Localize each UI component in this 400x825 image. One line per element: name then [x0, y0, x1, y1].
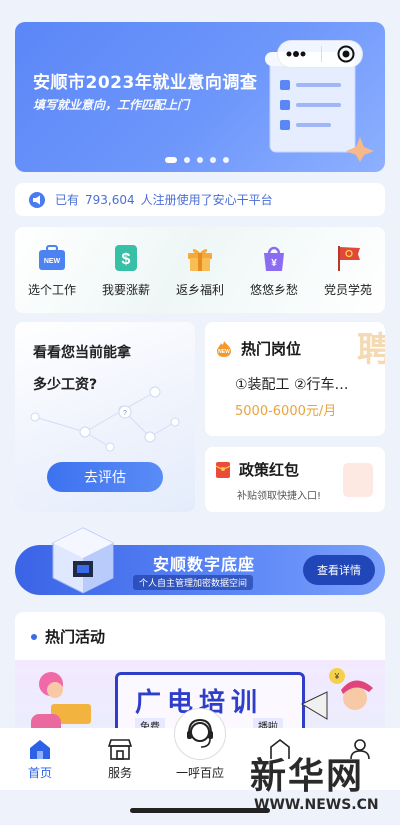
- salary-prompt-line1: 看看您当前能拿: [33, 345, 131, 361]
- hot-jobs-pay: 5000-6000元/月: [235, 404, 337, 419]
- carousel-dot[interactable]: [197, 157, 203, 163]
- assess-button[interactable]: 去评估: [47, 462, 163, 492]
- digital-foundation-banner[interactable]: 安顺数字底座 个人自主管理加密数据空间 查看详情: [15, 527, 385, 595]
- quick-item-label: 我要涨薪: [101, 282, 150, 297]
- shopping-bag-icon: ¥: [259, 243, 289, 273]
- carousel-dot[interactable]: [210, 157, 216, 163]
- more-icon[interactable]: [285, 50, 307, 58]
- view-details-button[interactable]: 查看详情: [303, 555, 375, 585]
- policy-title: 政策红包: [239, 461, 300, 479]
- quick-item-hometown-benefits[interactable]: 返乡福利: [165, 243, 235, 298]
- policy-subsidy-card[interactable]: 政策红包 补贴领取快捷入口!: [205, 447, 385, 512]
- hot-events-header: 热门活动: [31, 626, 105, 647]
- quick-entry-grid: NEW 选个工作 $ 我要涨薪 返乡福利 ¥ 悠悠乡愁 党员学苑: [15, 227, 385, 313]
- hot-jobs-header: NEW 热门岗位: [215, 338, 301, 359]
- quick-item-label: 返乡福利: [175, 282, 224, 297]
- salary-prompt-line2: 多少工资?: [33, 377, 98, 393]
- quick-item-nostalgia[interactable]: ¥ 悠悠乡愁: [239, 243, 309, 298]
- carousel-dots[interactable]: [165, 157, 229, 163]
- fire-new-icon: NEW: [217, 340, 231, 357]
- xinhua-watermark-url: WWW.NEWS.CN: [254, 797, 379, 813]
- home-indicator: [130, 808, 270, 813]
- tab-services[interactable]: 服务: [85, 738, 155, 781]
- tab-call-center[interactable]: 一呼百应: [165, 708, 235, 781]
- tab-label: 一呼百应: [175, 766, 224, 780]
- quick-item-party-academy[interactable]: 党员学苑: [313, 243, 383, 298]
- survey-banner[interactable]: 安顺市2023年就业意向调查 填写就业意向，工作匹配上门: [15, 22, 385, 172]
- quick-item-find-job[interactable]: NEW 选个工作: [17, 243, 87, 298]
- carousel-dot[interactable]: [165, 157, 177, 163]
- banner-title: 安顺市2023年就业意向调查: [33, 73, 258, 93]
- hot-events-title: 热门活动: [45, 628, 106, 646]
- svg-text:¥: ¥: [271, 258, 277, 269]
- carousel-dot[interactable]: [184, 157, 190, 163]
- svg-text:¥: ¥: [334, 672, 340, 681]
- party-flag-icon: [333, 243, 363, 273]
- gift-icon: [185, 243, 215, 273]
- new-briefcase-icon: NEW: [37, 243, 67, 273]
- quick-item-raise-salary[interactable]: $ 我要涨薪: [91, 243, 161, 298]
- hiring-watermark: 聘: [357, 330, 385, 370]
- digital-foundation-subtitle: 个人自主管理加密数据空间: [133, 575, 254, 590]
- close-miniprogram-icon[interactable]: [337, 45, 355, 63]
- home-icon: [30, 740, 50, 759]
- notice-suffix: 人注册使用了安心干平台: [140, 193, 273, 207]
- hot-jobs-title: 热门岗位: [241, 340, 302, 358]
- notice-prefix: 已有: [55, 193, 80, 207]
- miniprogram-capsule[interactable]: [277, 40, 363, 68]
- tab-label: 首页: [27, 766, 52, 780]
- section-dot: [31, 633, 37, 640]
- speaker-icon: [29, 191, 45, 208]
- svg-text:NEW: NEW: [44, 258, 61, 265]
- quick-item-label: 党员学苑: [323, 282, 372, 297]
- hot-jobs-card[interactable]: 聘 NEW 热门岗位 ①装配工 ②行车… 5000-6000元/月: [205, 322, 385, 436]
- headset-icon: [187, 718, 213, 748]
- xinhua-watermark-logo: 新华网: [250, 756, 365, 797]
- banner-subtitle: 填写就业意向，工作匹配上门: [33, 98, 190, 112]
- shop-icon: [108, 739, 132, 760]
- policy-subtitle: 补贴领取快捷入口!: [237, 491, 322, 502]
- quick-item-label: 选个工作: [27, 282, 76, 297]
- salary-assessment-card[interactable]: ? 看看您当前能拿 多少工资? 去评估: [15, 322, 195, 512]
- survey-document-icon: [265, 52, 374, 162]
- tab-label: 服务: [107, 766, 132, 780]
- tab-home[interactable]: 首页: [5, 738, 75, 781]
- svg-text:NEW: NEW: [218, 349, 230, 355]
- svg-text:$: $: [122, 251, 131, 268]
- red-packet-decoration: [343, 463, 373, 497]
- headset-button[interactable]: [174, 708, 226, 760]
- capsule-divider: [321, 46, 323, 62]
- quick-item-label: 悠悠乡愁: [249, 282, 298, 297]
- notice-count: 793,604: [85, 192, 135, 207]
- data-cube-icon: [52, 527, 114, 594]
- red-packet-icon: [215, 461, 231, 478]
- salary-icon: $: [111, 243, 141, 273]
- carousel-dot[interactable]: [223, 157, 229, 163]
- registration-notice: 已有 793,604 人注册使用了安心干平台: [15, 183, 385, 216]
- hot-jobs-list: ①装配工 ②行车…: [235, 377, 349, 393]
- policy-header: 政策红包: [215, 459, 299, 480]
- digital-foundation-title: 安顺数字底座: [153, 555, 256, 574]
- svg-text:?: ?: [123, 410, 127, 417]
